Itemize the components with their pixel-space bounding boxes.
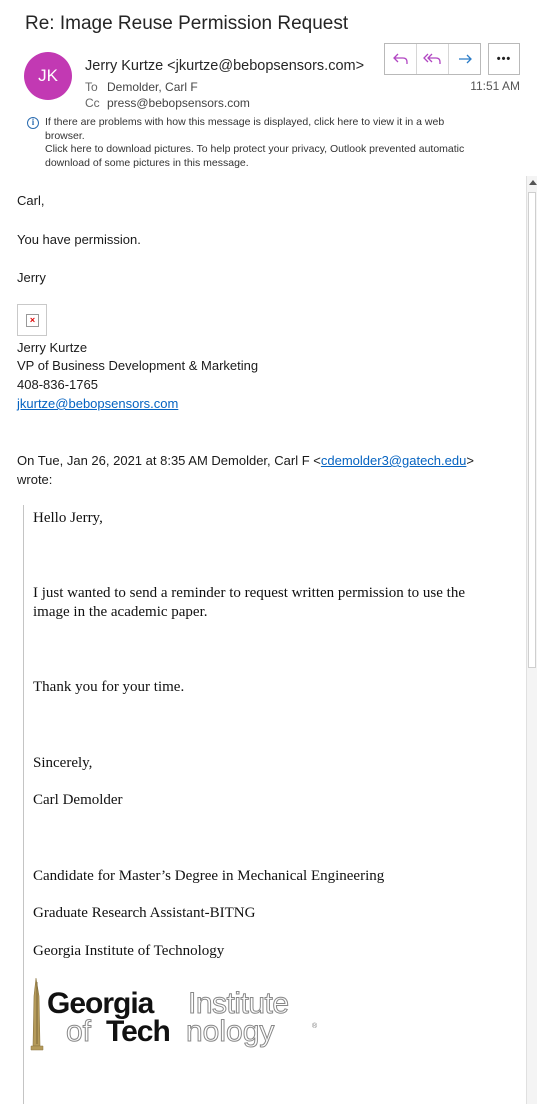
- message-time: 11:51 AM: [470, 79, 520, 93]
- to-recipient[interactable]: Demolder, Carl F: [107, 80, 198, 94]
- quoted-thanks: Thank you for your time.: [33, 679, 185, 695]
- quote-header-wrote: wrote:: [17, 472, 53, 487]
- reply-all-button[interactable]: [417, 44, 449, 74]
- info-line-pictures[interactable]: download of some pictures in this messag…: [45, 157, 522, 171]
- reply-actions-group: [384, 43, 481, 75]
- quote-header-prefix: On Tue, Jan 26, 2021 at 8:35 AM Demolder…: [17, 453, 321, 468]
- logo-tech-text: Tech: [106, 1015, 170, 1048]
- quoted-title-role: Graduate Research Assistant-BITNG: [33, 905, 256, 921]
- logo-of-text: of: [66, 1015, 92, 1048]
- broken-image-icon: ×: [26, 314, 39, 327]
- georgia-tech-logo: Georgia Institute of Tech nology ®: [28, 976, 358, 1061]
- quoted-name: Carl Demolder: [33, 792, 123, 808]
- cc-label: Cc: [85, 96, 100, 110]
- quoted-closing: Sincerely,: [33, 755, 93, 771]
- info-icon: i: [27, 117, 39, 129]
- signature-phone: 408-836-1765: [17, 377, 98, 392]
- forward-icon: [458, 54, 472, 64]
- signature-email-link[interactable]: jkurtze@bebopsensors.com: [17, 396, 178, 411]
- info-line-display[interactable]: If there are problems with how this mess…: [45, 116, 522, 130]
- reply-icon: [392, 53, 408, 64]
- logo-registered-mark: ®: [312, 1022, 318, 1030]
- quote-header-suffix: >: [466, 453, 474, 468]
- to-label: To: [85, 80, 98, 94]
- quote-header: On Tue, Jan 26, 2021 at 8:35 AM Demolder…: [17, 453, 474, 468]
- reply-signoff: Jerry: [17, 270, 46, 285]
- signature-name: Jerry Kurtze: [17, 340, 88, 355]
- to-line: To Demolder, Carl F: [85, 80, 198, 94]
- cc-recipient[interactable]: press@bebopsensors.com: [107, 96, 250, 110]
- sender-line[interactable]: Jerry Kurtze <jkurtze@bebopsensors.com>: [85, 58, 364, 74]
- blocked-image-placeholder[interactable]: ×: [17, 304, 47, 336]
- quoted-paragraph-line1: I just wanted to send a reminder to requ…: [33, 585, 465, 601]
- scrollbar-thumb[interactable]: [528, 192, 536, 668]
- quoted-title-degree: Candidate for Master’s Degree in Mechani…: [33, 868, 385, 884]
- info-line-download[interactable]: Click here to download pictures. To help…: [45, 143, 522, 157]
- reply-all-icon: [422, 53, 441, 64]
- more-icon: •••: [496, 53, 512, 65]
- signature-title: VP of Business Development & Marketing: [17, 358, 259, 373]
- reply-button[interactable]: [385, 44, 417, 74]
- cc-line: Cc press@bebopsensors.com: [85, 96, 250, 110]
- quote-border: [23, 505, 24, 1104]
- reply-greeting: Carl,: [17, 193, 45, 208]
- info-bar[interactable]: i If there are problems with how this me…: [27, 116, 522, 170]
- quoted-greeting: Hello Jerry,: [33, 510, 103, 526]
- scroll-up-arrow-icon[interactable]: [529, 180, 537, 185]
- quoted-org: Georgia Institute of Technology: [33, 943, 225, 959]
- forward-button[interactable]: [449, 44, 480, 74]
- vertical-scrollbar[interactable]: [526, 176, 537, 1104]
- quote-sender-email-link[interactable]: cdemolder3@gatech.edu: [321, 453, 466, 468]
- logo-nology-text: nology: [186, 1015, 274, 1048]
- sender-avatar[interactable]: JK: [24, 52, 72, 100]
- reply-line: You have permission.: [17, 232, 141, 247]
- more-actions-button[interactable]: •••: [488, 43, 520, 75]
- info-line-browser[interactable]: browser.: [45, 130, 522, 144]
- quoted-paragraph-line2: image in the academic paper.: [33, 604, 208, 620]
- georgia-tech-logo-graphic: Georgia Institute of Tech nology ®: [30, 977, 318, 1051]
- avatar-initials: JK: [38, 66, 58, 85]
- message-subject: Re: Image Reuse Permission Request: [25, 13, 349, 34]
